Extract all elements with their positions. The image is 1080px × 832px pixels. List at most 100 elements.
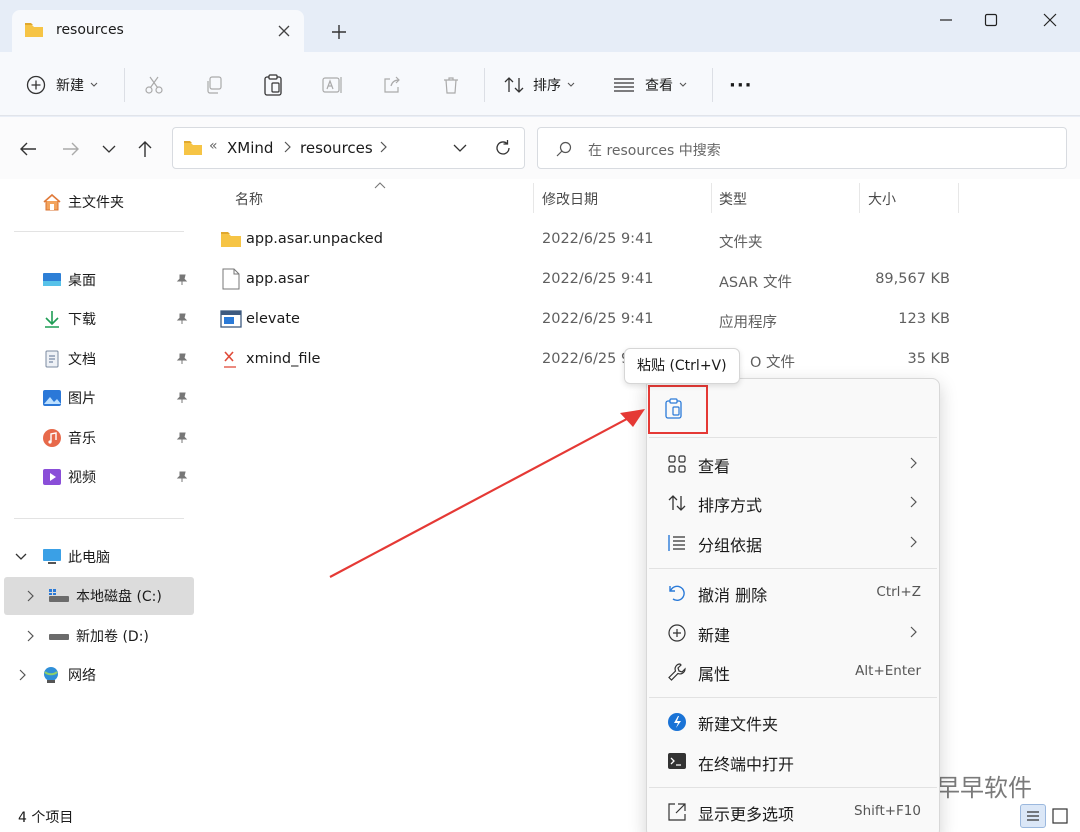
table-row[interactable]: elevate 2022/6/25 9:41 应用程序 123 KB [210, 300, 970, 340]
pin-icon[interactable] [176, 274, 188, 286]
column-header-type[interactable]: 类型 [719, 189, 747, 209]
close-tab-icon[interactable] [274, 21, 294, 41]
more-options-button[interactable]: ··· [729, 70, 753, 100]
file-name: app.asar [246, 271, 310, 287]
undo-icon [667, 583, 687, 603]
view-button[interactable]: 查看 [613, 70, 687, 100]
menu-item-label: 在终端中打开 [698, 755, 795, 774]
column-header-name[interactable]: 名称 [235, 189, 263, 209]
sidebar-item-pictures[interactable]: 图片 [42, 379, 200, 417]
chevron-right-icon[interactable] [18, 669, 26, 681]
table-row[interactable]: app.asar 2022/6/25 9:41 ASAR 文件 89,567 K… [210, 260, 970, 300]
breadcrumb-resources[interactable]: resources [300, 139, 373, 157]
tab-title: resources [56, 22, 124, 38]
sort-icon [667, 493, 687, 513]
menu-item-sort[interactable]: 排序方式 [651, 483, 935, 521]
minimize-icon[interactable] [926, 6, 966, 34]
search-box[interactable]: 在 resources 中搜索 [537, 127, 1067, 169]
table-row[interactable]: xmind_file 2022/6/25 9 O 文件 35 KB [210, 340, 970, 380]
pictures-icon [42, 389, 62, 407]
chevron-right-icon[interactable] [26, 630, 34, 642]
menu-item-properties[interactable]: 属性 Alt+Enter [651, 652, 935, 690]
sidebar-item-network[interactable]: 网络 [14, 656, 96, 694]
show-more-icon [667, 802, 687, 822]
address-history-icon[interactable] [453, 143, 467, 153]
menu-item-view[interactable]: 查看 [651, 444, 935, 482]
refresh-icon[interactable] [493, 138, 513, 158]
cut-icon[interactable] [144, 70, 164, 100]
sidebar-item-this-pc[interactable]: 此电脑 [14, 538, 110, 576]
sort-button[interactable]: 排序 [503, 70, 575, 100]
chevron-right-icon [909, 496, 917, 508]
table-row[interactable]: app.asar.unpacked 2022/6/25 9:41 文件夹 [210, 220, 970, 260]
maximize-icon[interactable] [971, 6, 1011, 34]
chevron-down-icon[interactable] [14, 552, 28, 562]
menu-item-label: 属性 [698, 665, 731, 684]
file-type: ASAR 文件 [719, 275, 792, 291]
column-divider[interactable] [859, 183, 860, 213]
menu-item-show-more[interactable]: 显示更多选项 Shift+F10 [651, 792, 935, 830]
menu-item-label: 显示更多选项 [698, 805, 795, 824]
menu-item-group-by[interactable]: 分组依据 [651, 523, 935, 561]
menu-item-undo[interactable]: 撤消 删除 Ctrl+Z [651, 573, 935, 611]
delete-icon[interactable] [441, 70, 461, 100]
recent-locations-icon[interactable] [98, 138, 120, 160]
pin-icon[interactable] [176, 392, 188, 404]
chevron-right-icon[interactable] [283, 141, 291, 153]
pin-icon[interactable] [176, 432, 188, 444]
menu-item-new[interactable]: 新建 [651, 613, 935, 651]
share-icon[interactable] [382, 70, 402, 100]
paste-icon[interactable] [263, 70, 283, 100]
menu-item-open-terminal[interactable]: 在终端中打开 [651, 742, 935, 780]
up-arrow-icon[interactable] [134, 138, 156, 160]
new-button[interactable]: 新建 [26, 70, 98, 100]
item-count: 4 个项目 [18, 810, 74, 826]
column-divider[interactable] [958, 183, 959, 213]
back-arrow-icon[interactable] [17, 138, 39, 160]
sidebar-item-downloads[interactable]: 下载 [42, 300, 200, 338]
folder-icon [183, 140, 203, 156]
file-type: 文件夹 [719, 235, 763, 251]
column-divider[interactable] [533, 183, 534, 213]
sidebar-item-music[interactable]: 音乐 [42, 419, 200, 457]
sidebar-item-videos[interactable]: 视频 [42, 458, 200, 496]
sidebar-item-drive-c[interactable]: 本地磁盘 (C:) [4, 577, 194, 615]
chevron-right-icon[interactable] [26, 590, 34, 602]
details-view-icon[interactable] [1020, 804, 1046, 828]
toolbar-divider [712, 68, 713, 102]
sidebar-item-home[interactable]: 主文件夹 [42, 183, 124, 221]
sidebar-item-label: 图片 [68, 391, 96, 407]
chevron-right-icon[interactable] [379, 141, 387, 153]
chevron-down-icon [567, 82, 575, 88]
copy-icon[interactable] [204, 70, 224, 100]
sidebar-item-drive-d[interactable]: 新加卷 (D:) [4, 617, 194, 655]
title-bar: resources [0, 0, 1080, 52]
windows-drive-icon [48, 588, 70, 604]
column-divider[interactable] [711, 183, 712, 213]
tiles-view-icon[interactable] [1052, 808, 1068, 824]
breadcrumb-overflow[interactable]: « [209, 138, 218, 154]
pin-icon[interactable] [176, 353, 188, 365]
menu-item-label: 撤消 删除 [698, 586, 768, 605]
close-window-icon[interactable] [1030, 6, 1070, 34]
breadcrumb-xmind[interactable]: XMind [227, 139, 273, 157]
column-header-date[interactable]: 修改日期 [542, 189, 598, 209]
menu-item-shortcut: Alt+Enter [855, 663, 921, 679]
wrench-icon [667, 662, 687, 682]
rename-icon[interactable] [322, 70, 344, 100]
menu-item-new-folder[interactable]: 新建文件夹 [651, 702, 935, 740]
network-icon [40, 666, 62, 684]
file-type: 应用程序 [719, 315, 777, 331]
column-header-size[interactable]: 大小 [868, 189, 896, 209]
plus-circle-icon [667, 623, 687, 643]
tab-resources[interactable]: resources [12, 10, 304, 52]
pin-icon[interactable] [176, 313, 188, 325]
desktop-icon [42, 271, 62, 289]
new-tab-icon[interactable] [328, 21, 350, 43]
sidebar-item-desktop[interactable]: 桌面 [42, 261, 200, 299]
sidebar-item-documents[interactable]: 文档 [42, 340, 200, 378]
pin-icon[interactable] [176, 471, 188, 483]
forward-arrow-icon[interactable] [60, 138, 82, 160]
sort-label: 排序 [533, 78, 561, 94]
address-bar[interactable]: « XMind resources [172, 127, 525, 169]
